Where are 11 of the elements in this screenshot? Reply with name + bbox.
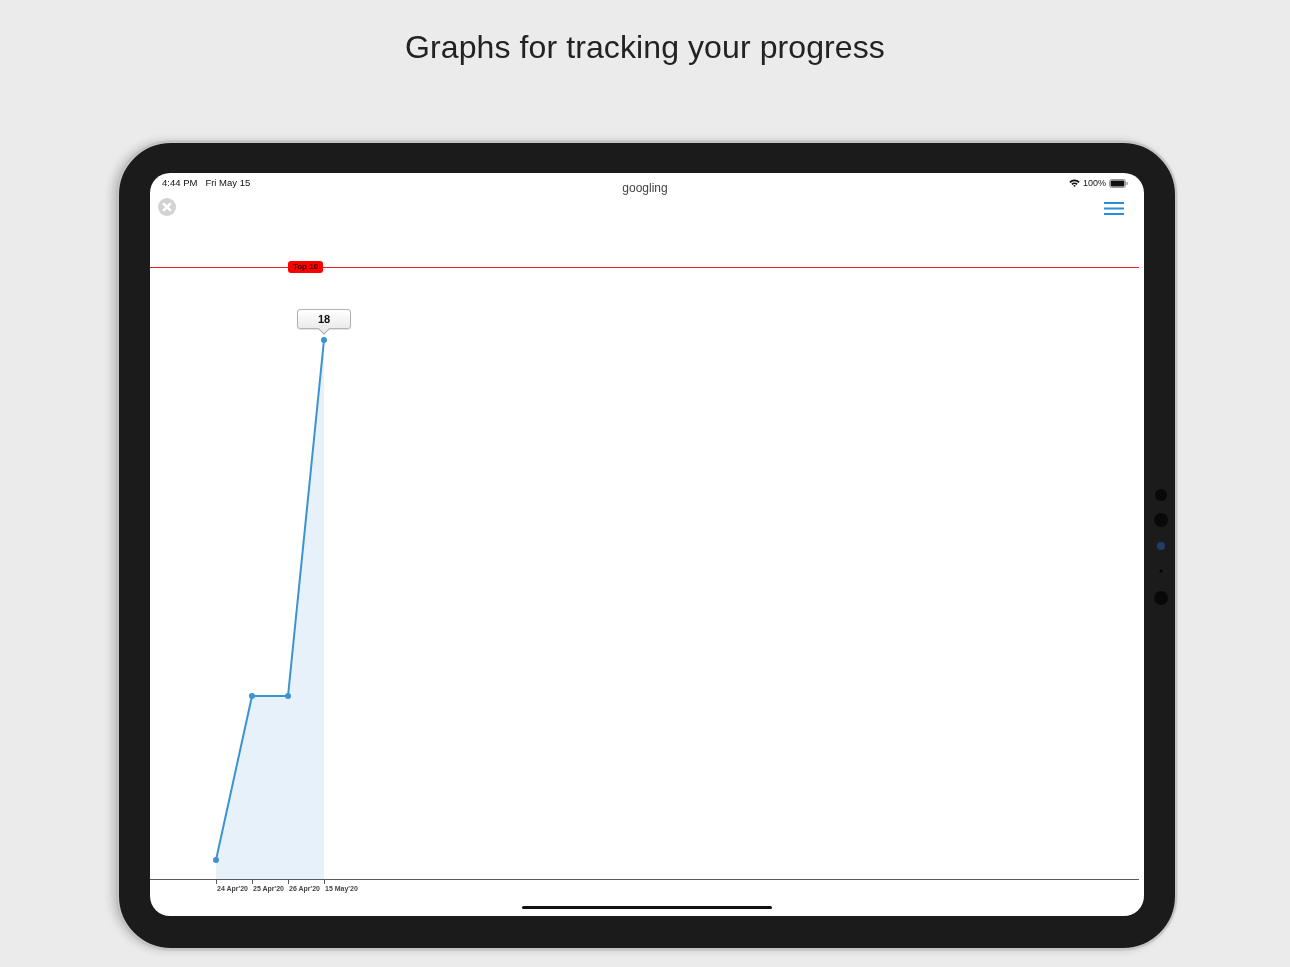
- threshold-badge: Top 10: [288, 261, 323, 273]
- status-time: 4:44 PM: [162, 177, 198, 190]
- menu-icon[interactable]: [1104, 202, 1124, 215]
- sensor-dots-icon: [1152, 488, 1170, 608]
- app-title: googling: [622, 180, 668, 197]
- wifi-icon: [1068, 179, 1080, 187]
- battery-percent: 100%: [1082, 178, 1106, 188]
- page-heading: Graphs for tracking your progress: [405, 28, 885, 67]
- battery-icon: [1109, 178, 1128, 188]
- status-date: Fri May 15: [205, 177, 251, 190]
- value-tooltip: 18: [297, 309, 351, 336]
